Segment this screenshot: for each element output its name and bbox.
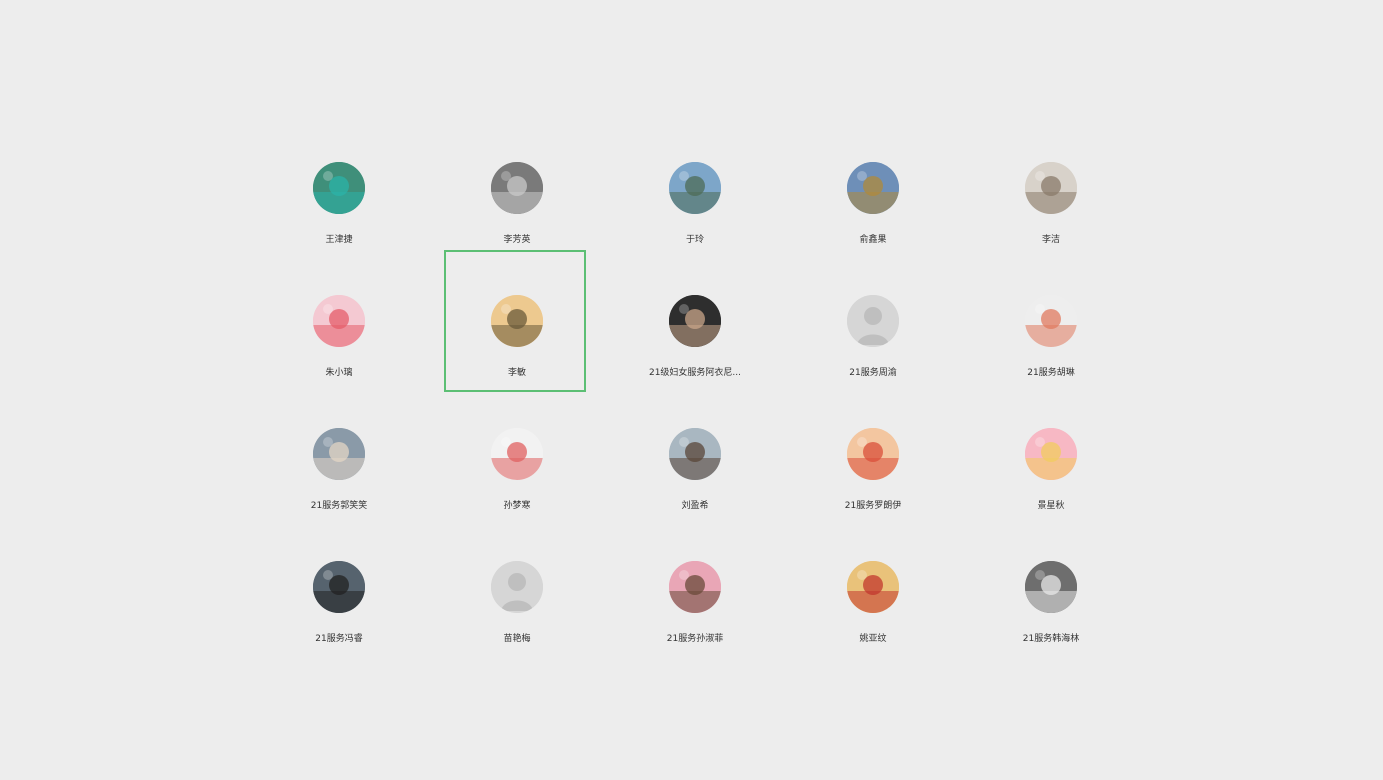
contact-grid: 王津捷 李芳英 于玲 俞鑫果 李洁 朱小璃 李敏 21级妇女服务阿衣尼... 2… xyxy=(250,150,1140,682)
contact-name: 21服务周渝 xyxy=(849,368,897,378)
default-user-avatar xyxy=(491,561,543,613)
contact-name: 于玲 xyxy=(685,235,704,245)
contact-item-7[interactable]: 李敏 xyxy=(428,250,606,416)
pink-girl-avatar xyxy=(669,561,721,613)
cartoon-clown-avatar xyxy=(491,428,543,480)
contact-item-14[interactable]: 21服务罗朗伊 xyxy=(784,416,962,549)
contact-item-5[interactable]: 李洁 xyxy=(962,150,1140,283)
contact-name: 姚亚纹 xyxy=(859,634,887,644)
lake-landscape-avatar xyxy=(669,162,721,214)
contact-name: 21服务郭笑笑 xyxy=(310,501,368,511)
contact-item-8[interactable]: 21级妇女服务阿衣尼... xyxy=(606,283,784,416)
contact-name: 苗艳梅 xyxy=(503,634,531,644)
cartoon-blonde-girl-avatar xyxy=(1025,428,1077,480)
landscape-lagoon-avatar xyxy=(313,162,365,214)
contact-name: 21服务冯睿 xyxy=(315,634,363,644)
tiger-hat-baby-avatar xyxy=(1025,295,1077,347)
cat-avatar xyxy=(1025,561,1077,613)
portrait-woman-avatar xyxy=(669,295,721,347)
contact-name: 21服务韩海林 xyxy=(1022,634,1080,644)
contact-item-12[interactable]: 孙梦寒 xyxy=(428,416,606,549)
contact-item-16[interactable]: 21服务冯睿 xyxy=(250,549,428,682)
selfie-avatar xyxy=(313,428,365,480)
tree-avatar xyxy=(847,162,899,214)
baby-photo-avatar xyxy=(1025,162,1077,214)
contact-item-11[interactable]: 21服务郭笑笑 xyxy=(250,416,428,549)
contact-item-1[interactable]: 王津捷 xyxy=(250,150,428,283)
ink-sketch-avatar xyxy=(491,295,543,347)
contact-name: 朱小璃 xyxy=(325,368,353,378)
contact-item-20[interactable]: 21服务韩海林 xyxy=(962,549,1140,682)
contact-item-17[interactable]: 苗艳梅 xyxy=(428,549,606,682)
contact-name: 刘盈希 xyxy=(681,501,709,511)
contact-name: 21级妇女服务阿衣尼... xyxy=(648,368,742,378)
contact-name: 21服务罗朗伊 xyxy=(844,501,902,511)
beach-portrait-avatar xyxy=(669,428,721,480)
contact-name: 李洁 xyxy=(1041,235,1060,245)
contact-item-3[interactable]: 于玲 xyxy=(606,150,784,283)
contact-item-2[interactable]: 李芳英 xyxy=(428,150,606,283)
contact-name: 李敏 xyxy=(507,368,526,378)
window-portrait-avatar xyxy=(313,561,365,613)
contact-item-18[interactable]: 21服务孙淑菲 xyxy=(606,549,784,682)
contact-name: 21服务胡琳 xyxy=(1027,368,1075,378)
contact-item-9[interactable]: 21服务周渝 xyxy=(784,283,962,416)
contact-item-13[interactable]: 刘盈希 xyxy=(606,416,784,549)
contact-name: 景星秋 xyxy=(1037,501,1065,511)
old-street-avatar xyxy=(491,162,543,214)
contact-name: 王津捷 xyxy=(325,235,353,245)
contact-name: 俞鑫果 xyxy=(859,235,887,245)
contact-item-10[interactable]: 21服务胡琳 xyxy=(962,283,1140,416)
contact-name: 李芳英 xyxy=(503,235,531,245)
contact-item-19[interactable]: 姚亚纹 xyxy=(784,549,962,682)
contact-item-15[interactable]: 景星秋 xyxy=(962,416,1140,549)
crayon-shin-chan-avatar xyxy=(847,428,899,480)
default-user-avatar xyxy=(847,295,899,347)
contact-name: 21服务孙淑菲 xyxy=(666,634,724,644)
cartoon-girl-avatar xyxy=(313,295,365,347)
contact-item-6[interactable]: 朱小璃 xyxy=(250,283,428,416)
sunset-dance-avatar xyxy=(847,561,899,613)
contact-item-4[interactable]: 俞鑫果 xyxy=(784,150,962,283)
contact-name: 孙梦寒 xyxy=(503,501,531,511)
